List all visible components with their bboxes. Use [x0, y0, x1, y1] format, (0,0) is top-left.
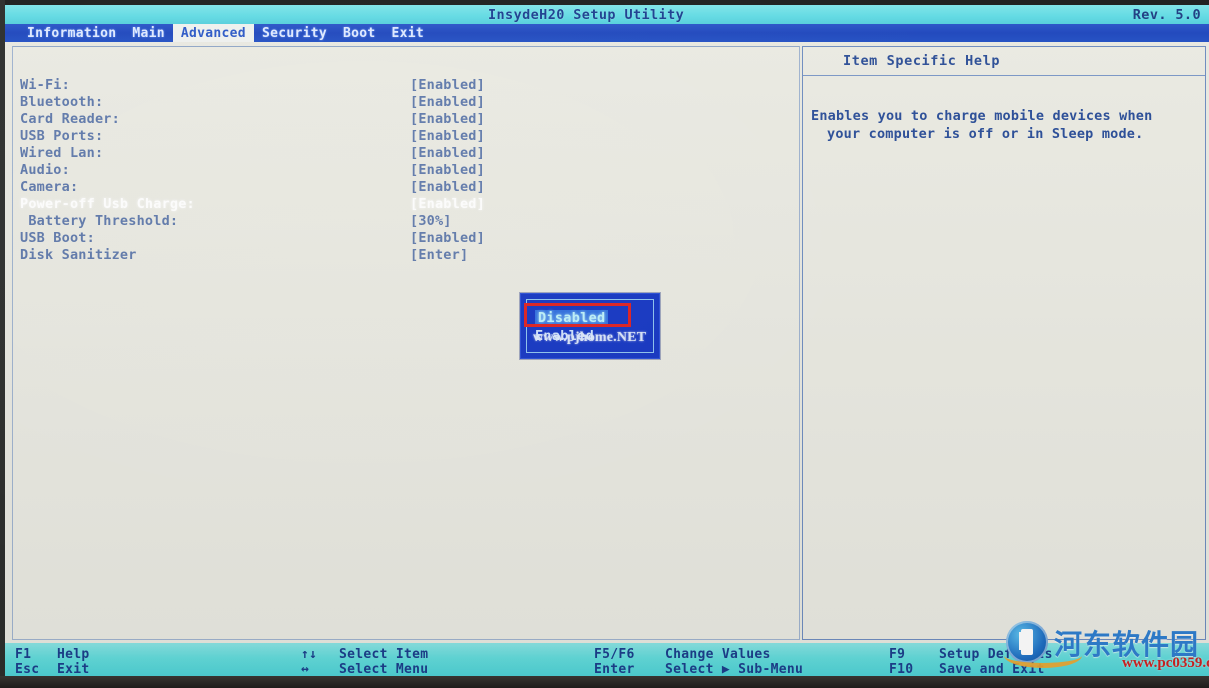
screen-bezel-bottom — [0, 676, 1209, 688]
status-key-esc: Esc — [15, 662, 40, 676]
setting-label: Power-off Usb Charge: — [20, 196, 195, 212]
watermark-url-text: www.pc0359.cn — [1122, 655, 1209, 671]
setting-value[interactable]: [Enabled] — [410, 162, 485, 179]
setting-row[interactable]: USB Boot: [Enabled] — [13, 230, 801, 247]
setting-label: Camera: — [20, 179, 79, 195]
title-bar: InsydeH20 Setup Utility Rev. 5.0 — [5, 5, 1209, 24]
status-desc-help: Help — [57, 647, 90, 662]
setting-row[interactable]: Camera: [Enabled] — [13, 179, 801, 196]
value-selection-dialog[interactable]: Disabled Enabled — [520, 293, 660, 359]
setting-value[interactable]: [Enabled] — [410, 145, 485, 162]
menu-tab-security[interactable]: Security — [254, 24, 335, 42]
status-key-leftright: ↔ — [301, 662, 310, 676]
status-key-f9: F9 — [889, 647, 906, 662]
setting-label: USB Ports: — [20, 128, 104, 144]
help-text-line-1: Enables you to charge mobile devices whe… — [811, 108, 1153, 124]
setting-value[interactable]: [Enabled] — [410, 230, 485, 247]
setting-label: Audio: — [20, 162, 70, 178]
popup-watermark-text: www.pjhome.NET — [533, 330, 647, 345]
settings-panel: Wi-Fi: [Enabled] Bluetooth: [Enabled] Card R… — [12, 46, 800, 640]
setting-value[interactable]: [30%] — [410, 213, 452, 230]
setting-label: Card Reader: — [20, 111, 120, 127]
setting-label: Battery Threshold: — [20, 213, 179, 229]
setting-row[interactable]: USB Ports: [Enabled] — [13, 128, 801, 145]
setting-label: Disk Sanitizer — [20, 247, 137, 263]
setting-row[interactable]: Audio: [Enabled] — [13, 162, 801, 179]
setting-row[interactable]: Wi-Fi: [Enabled] — [13, 77, 801, 94]
settings-list: Wi-Fi: [Enabled] Bluetooth: [Enabled] Card R… — [13, 77, 801, 264]
help-panel-header: Item Specific Help — [803, 47, 1205, 76]
setting-row[interactable]: Disk Sanitizer [Enter] — [13, 247, 801, 264]
setting-value[interactable]: [Enabled] — [410, 179, 485, 196]
menu-tab-boot[interactable]: Boot — [335, 24, 384, 42]
menu-tab-exit[interactable]: Exit — [383, 24, 432, 42]
status-desc-select-menu: Select Menu — [339, 662, 429, 676]
help-panel-title: Item Specific Help — [843, 53, 1001, 69]
setting-row[interactable]: Battery Threshold: [30%] — [13, 213, 801, 230]
menu-tab-main[interactable]: Main — [124, 24, 173, 42]
help-text-line-2: your computer is off or in Sleep mode. — [827, 126, 1144, 142]
setting-label: Wi-Fi: — [20, 77, 70, 93]
status-key-updown: ↑↓ — [301, 647, 318, 662]
dialog-option-disabled[interactable]: Disabled — [535, 310, 609, 326]
status-key-enter: Enter — [594, 662, 635, 676]
setting-value[interactable]: [Enabled] — [410, 77, 485, 94]
menu-tab-information[interactable]: Information — [19, 24, 124, 42]
setting-label: Wired Lan: — [20, 145, 104, 161]
setting-row[interactable]: Power-off Usb Charge: [Enabled] — [13, 196, 801, 213]
setting-label: USB Boot: — [20, 230, 95, 246]
setting-row[interactable]: Bluetooth: [Enabled] — [13, 94, 801, 111]
setting-label: Bluetooth: — [20, 94, 104, 110]
status-desc-select-item: Select Item — [339, 647, 429, 662]
setting-value[interactable]: [Enabled] — [410, 128, 485, 145]
status-desc-sub-menu: Select ▶ Sub-Menu — [665, 662, 804, 676]
bios-revision: Rev. 5.0 — [1132, 7, 1201, 23]
setting-value[interactable]: [Enabled] — [410, 94, 485, 111]
help-panel-body: Enables you to charge mobile devices whe… — [811, 107, 1203, 143]
status-key-f1: F1 — [15, 647, 32, 662]
status-desc-exit: Exit — [57, 662, 90, 676]
page-title: InsydeH20 Setup Utility — [488, 7, 685, 23]
menu-tab-advanced[interactable]: Advanced — [172, 24, 254, 42]
status-key-f5f6: F5/F6 — [594, 647, 635, 662]
status-desc-change-values: Change Values — [665, 647, 771, 662]
setting-value[interactable]: [Enabled] — [410, 111, 485, 128]
setting-value[interactable]: [Enter] — [410, 247, 468, 264]
menu-item-list: Information Main Advanced Security Boot Exit — [19, 24, 432, 42]
setting-row[interactable]: Wired Lan: [Enabled] — [13, 145, 801, 162]
setting-row[interactable]: Card Reader: [Enabled] — [13, 111, 801, 128]
status-key-f10: F10 — [889, 662, 914, 676]
setting-value[interactable]: [Enabled] — [410, 196, 485, 213]
menu-bar: Information Main Advanced Security Boot Exit — [5, 24, 1209, 42]
bios-setup-screen: InsydeH20 Setup Utility Rev. 5.0 Informa… — [0, 0, 1209, 688]
item-specific-help-panel: Item Specific Help Enables you to charge… — [802, 46, 1206, 640]
